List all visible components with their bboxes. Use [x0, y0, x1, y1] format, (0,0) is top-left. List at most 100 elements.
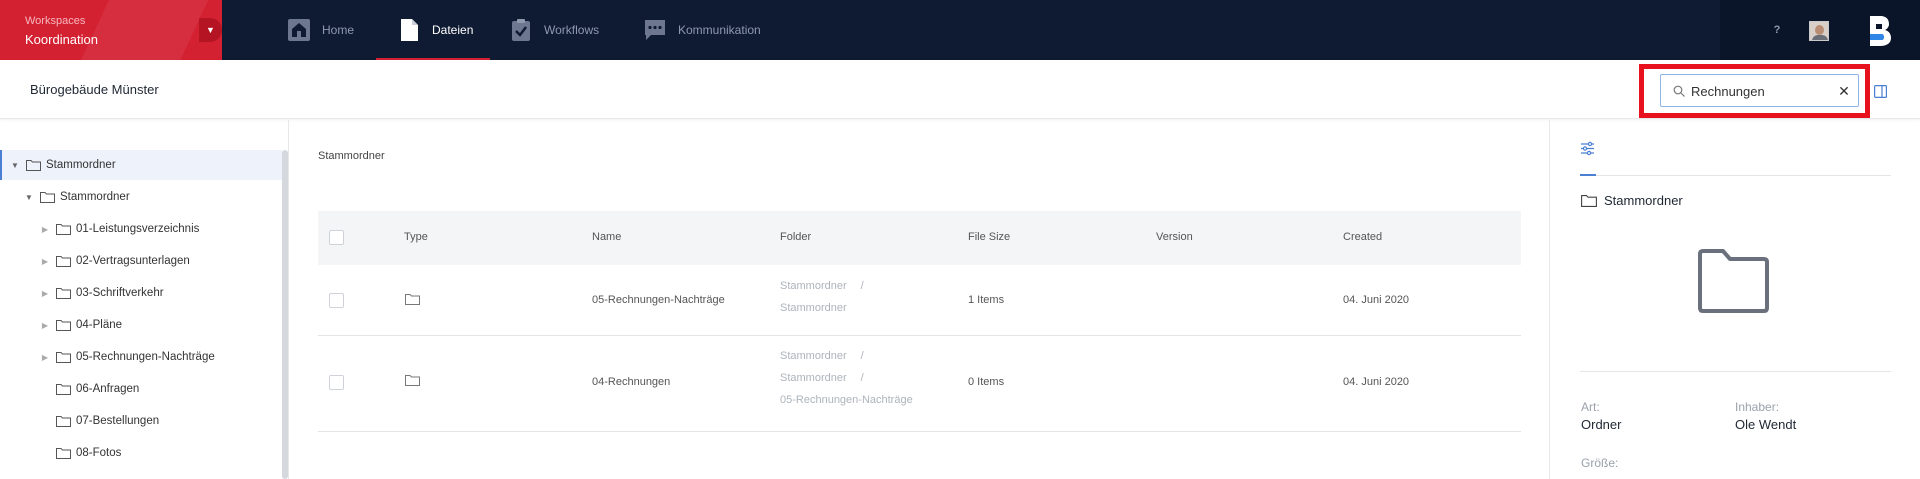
owner-value: Ole Wendt — [1735, 417, 1797, 432]
column-name[interactable]: Name — [592, 231, 621, 243]
size-label: Größe: — [1581, 456, 1619, 470]
column-version[interactable]: Version — [1156, 231, 1193, 243]
avatar-face — [1815, 25, 1824, 35]
tree-scrollbar[interactable] — [282, 150, 288, 479]
row-created: 04. Juni 2020 — [1343, 376, 1410, 388]
clipboard-check-icon — [512, 19, 530, 41]
path-separator: / — [860, 280, 864, 292]
workspace-switcher[interactable]: Workspaces Koordination — [0, 0, 222, 60]
path-segment[interactable]: Stammordner — [780, 372, 847, 384]
nav-kommunikation[interactable]: Kommunikation — [644, 0, 774, 60]
folder-icon — [26, 160, 41, 171]
tree-item-07-bestellungen[interactable]: 07-Bestellungen — [0, 406, 282, 436]
nav-dateien[interactable]: Dateien — [376, 0, 490, 60]
chat-icon — [645, 20, 665, 40]
path-separator: / — [860, 372, 864, 384]
folder-icon — [56, 288, 71, 299]
folder-icon — [405, 294, 420, 305]
tree-item-label: Stammordner — [60, 191, 130, 203]
brand-logo[interactable] — [1868, 16, 1892, 46]
tree-item-label: 03-Schriftverkehr — [76, 287, 164, 299]
sliders-icon[interactable] — [1580, 141, 1595, 156]
tree-item-label: 06-Anfragen — [76, 383, 140, 395]
user-avatar[interactable] — [1809, 21, 1829, 41]
nav-home-label: Home — [322, 23, 355, 37]
tree-item-stammordner-root[interactable]: ▼ Stammordner — [0, 150, 282, 180]
path-segment[interactable]: Stammordner — [780, 280, 847, 292]
folder-icon — [1581, 195, 1597, 207]
project-title: Bürogebäude Münster — [30, 82, 159, 97]
search-field[interactable]: ✕ — [1660, 74, 1859, 107]
row-name[interactable]: 05-Rechnungen-Nachträge — [592, 294, 725, 306]
tree-item-06-anfragen[interactable]: 06-Anfragen — [0, 374, 282, 404]
folder-icon — [56, 384, 71, 395]
column-file-size[interactable]: File Size — [968, 231, 1010, 243]
caret-right-icon[interactable]: ▶ — [40, 257, 50, 266]
path-segment[interactable]: Stammordner — [780, 302, 847, 314]
column-folder[interactable]: Folder — [780, 231, 811, 243]
caret-down-icon[interactable]: ▼ — [10, 161, 20, 170]
path-segment[interactable]: 05-Rechnungen-Nachträge — [780, 394, 913, 406]
caret-right-icon[interactable]: ▶ — [40, 225, 50, 234]
folder-icon — [56, 448, 71, 459]
column-type[interactable]: Type — [404, 231, 428, 243]
tree-item-03-schriftverkehr[interactable]: ▶ 03-Schriftverkehr — [0, 278, 282, 308]
tree-item-label: 02-Vertragsunterlagen — [76, 255, 190, 267]
art-value: Ordner — [1581, 417, 1622, 432]
caret-down-icon[interactable]: ▼ — [24, 193, 34, 202]
row-size: 0 Items — [968, 376, 1005, 388]
path-separator: / — [860, 350, 864, 362]
owner-label: Inhaber: — [1735, 400, 1780, 414]
tree-item-08-fotos[interactable]: 08-Fotos — [0, 438, 282, 468]
nav-workflows-label: Workflows — [544, 23, 600, 37]
tree-item-label: 01-Leistungsverzeichnis — [76, 223, 200, 235]
tree-item-01-leistungsverzeichnis[interactable]: ▶ 01-Leistungsverzeichnis — [0, 214, 282, 244]
breadcrumb[interactable]: Stammordner — [318, 150, 385, 162]
tree-item-label: 07-Bestellungen — [76, 415, 160, 427]
folder-icon — [56, 224, 71, 235]
folder-icon — [56, 320, 71, 331]
folder-icon — [56, 352, 71, 363]
workspace-dropdown-button[interactable]: ▼ — [199, 18, 222, 42]
row-name[interactable]: 04-Rechnungen — [592, 376, 670, 388]
folder-icon — [56, 416, 71, 427]
nav-workflows[interactable]: Workflows — [510, 0, 610, 60]
caret-right-icon[interactable]: ▶ — [40, 321, 50, 330]
panel-toggle-icon[interactable] — [1874, 85, 1887, 98]
tree-item-04-plaene[interactable]: ▶ 04-Pläne — [0, 310, 282, 340]
row-checkbox[interactable] — [329, 375, 344, 390]
file-icon — [401, 19, 418, 41]
avatar-body — [1812, 35, 1828, 40]
help-icon[interactable]: ? — [1770, 23, 1784, 37]
workspace-name: Koordination — [25, 32, 98, 47]
folder-icon — [40, 192, 55, 203]
select-all-checkbox[interactable] — [329, 230, 344, 245]
row-created: 04. Juni 2020 — [1343, 294, 1410, 306]
caret-right-icon[interactable]: ▶ — [40, 353, 50, 362]
row-folder-path: Stammordner / Stammordner / 05-Rechnungen-… — [780, 345, 913, 411]
workspace-label: Workspaces — [25, 15, 86, 27]
tree-item-05-rechnungen-nachtraege[interactable]: ▶ 05-Rechnungen-Nachträge — [0, 342, 282, 372]
tree-item-partial[interactable] — [0, 470, 282, 479]
table-header: Type Name Folder File Size Version Creat… — [318, 211, 1521, 265]
tree-item-02-vertragsunterlagen[interactable]: ▶ 02-Vertragsunterlagen — [0, 246, 282, 276]
row-folder-path: Stammordner / Stammordner — [780, 275, 864, 319]
nav-dateien-label: Dateien — [432, 23, 474, 37]
caret-right-icon[interactable]: ▶ — [40, 289, 50, 298]
nav-kommunikation-label: Kommunikation — [678, 23, 761, 37]
active-tab-indicator — [1580, 174, 1596, 176]
table-row[interactable]: 04-Rechnungen Stammordner / Stammordner / … — [318, 336, 1521, 432]
nav-home[interactable]: Home — [288, 0, 368, 60]
tree-item-label: 04-Pläne — [76, 319, 123, 331]
tree-item-label: 08-Fotos — [76, 447, 122, 459]
column-created[interactable]: Created — [1343, 231, 1382, 243]
path-segment[interactable]: Stammordner — [780, 350, 847, 362]
folder-icon — [56, 256, 71, 267]
clear-search-icon[interactable]: ✕ — [1836, 82, 1852, 100]
row-checkbox[interactable] — [329, 293, 344, 308]
table-row[interactable]: 05-Rechnungen-Nachträge Stammordner / Sta… — [318, 265, 1521, 336]
folder-tree: ▼ Stammordner ▼ Stammordner ▶ 01-Leistun… — [0, 120, 289, 479]
search-icon — [1673, 85, 1685, 97]
tree-item-stammordner[interactable]: ▼ Stammordner — [0, 182, 282, 212]
search-input[interactable] — [1691, 81, 1831, 101]
